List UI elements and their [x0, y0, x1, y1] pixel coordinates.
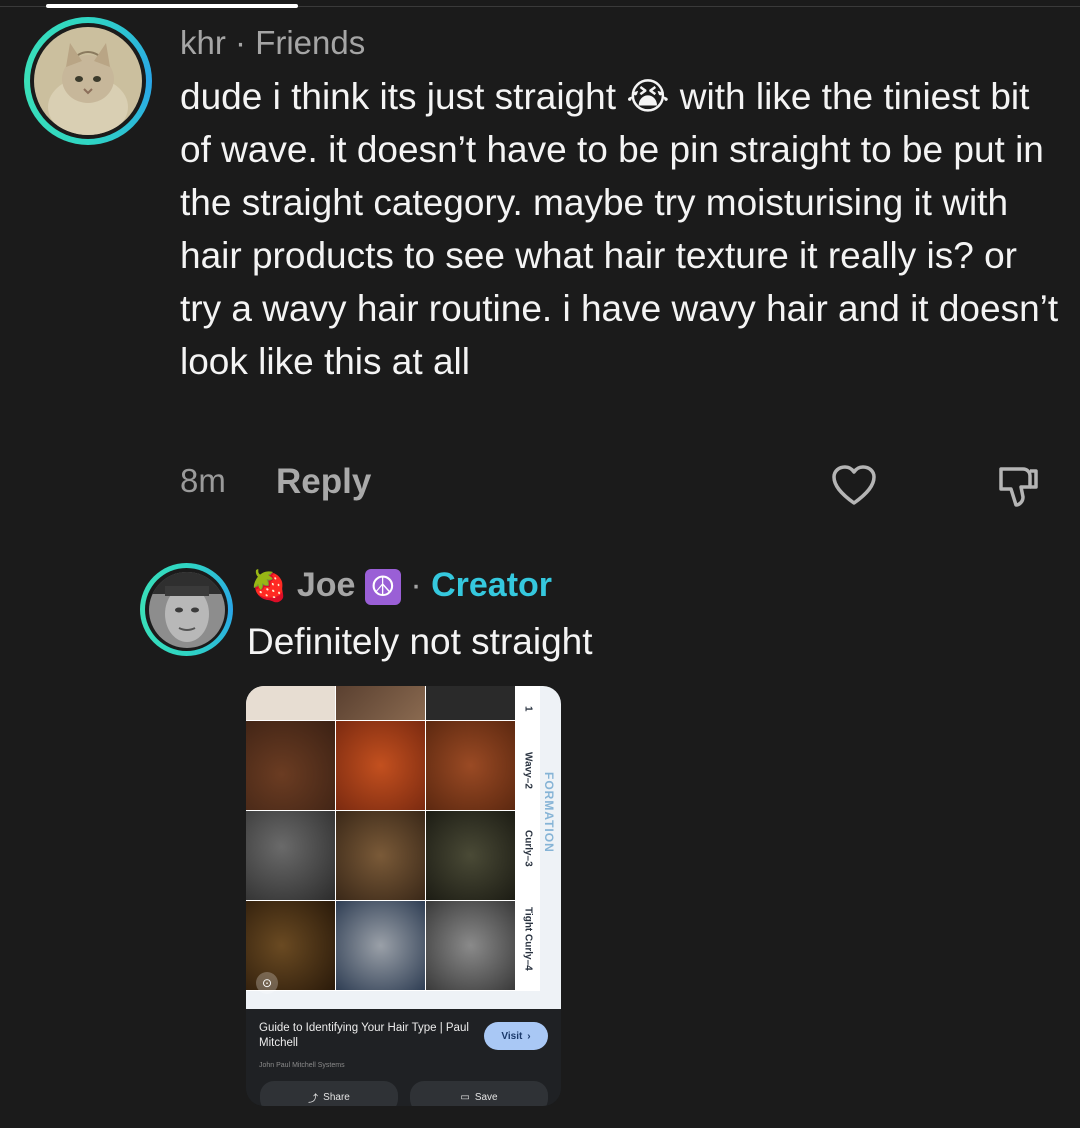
strip-label: Curly–3	[522, 829, 534, 867]
strip-label: Wavy–2	[522, 752, 534, 790]
strawberry-emoji: 🍓	[250, 570, 288, 603]
reply-button[interactable]: Reply	[276, 462, 371, 502]
creator-avatar-image	[148, 571, 225, 648]
bookmark-icon: ▭	[460, 1091, 470, 1103]
save-button[interactable]: ▭ Save	[410, 1081, 548, 1106]
card-source: John Paul Mitchell Systems	[259, 1062, 345, 1069]
peace-symbol-emoji: ☮	[364, 569, 401, 606]
creator-badge: Creator	[431, 566, 553, 604]
save-label: Save	[474, 1091, 498, 1103]
comment-text-part1: dude i think its just straight	[180, 76, 616, 117]
commenter-avatar[interactable]	[24, 17, 152, 145]
link-preview-card[interactable]: 1 Wavy–2 Curly–3 Tight Curly–4 FORMATION…	[246, 686, 561, 1106]
name-separator: ·	[410, 566, 422, 604]
comment-text: dude i think its just straight 😭 with li…	[180, 70, 1060, 388]
reply-text: Definitely not straight	[247, 621, 593, 662]
share-icon: ⤴	[308, 1093, 319, 1105]
thumbs-down-icon[interactable]	[993, 463, 1041, 511]
lens-icon: ⊙	[256, 972, 278, 994]
share-button[interactable]: ⤴ Share	[260, 1081, 398, 1106]
creator-name-line: 🍓 Joe ☮ · Creator	[250, 566, 553, 606]
active-tab-indicator	[46, 4, 298, 8]
hair-type-strip: 1 Wavy–2 Curly–3 Tight Curly–4	[516, 686, 540, 991]
strip-label: 1	[522, 706, 534, 712]
visit-button[interactable]: Visit ›	[484, 1022, 548, 1050]
creator-avatar[interactable]	[140, 563, 233, 656]
formation-label: FORMATION	[542, 772, 556, 853]
commenter-username[interactable]: khr	[180, 24, 226, 61]
comment-text-part2: with like the tiniest bit of wave. it do…	[180, 76, 1059, 382]
visit-label: Visit	[501, 1030, 523, 1042]
commenter-name-line: khr · Friends	[180, 24, 365, 62]
heart-icon[interactable]	[830, 463, 878, 507]
chevron-right-icon: ›	[527, 1030, 531, 1042]
name-separator: ·	[235, 24, 247, 61]
loudly-crying-emoji: 😭	[626, 76, 670, 117]
strip-label: Tight Curly–4	[522, 906, 534, 971]
hair-type-chart-image: 1 Wavy–2 Curly–3 Tight Curly–4 FORMATION…	[246, 686, 561, 1009]
cat-avatar-image	[34, 27, 142, 135]
comment-timestamp: 8m	[180, 462, 226, 499]
card-title[interactable]: Guide to Identifying Your Hair Type | Pa…	[259, 1021, 479, 1051]
relationship-label: Friends	[255, 24, 366, 61]
creator-username[interactable]: Joe	[297, 566, 356, 604]
share-label: Share	[323, 1091, 350, 1103]
